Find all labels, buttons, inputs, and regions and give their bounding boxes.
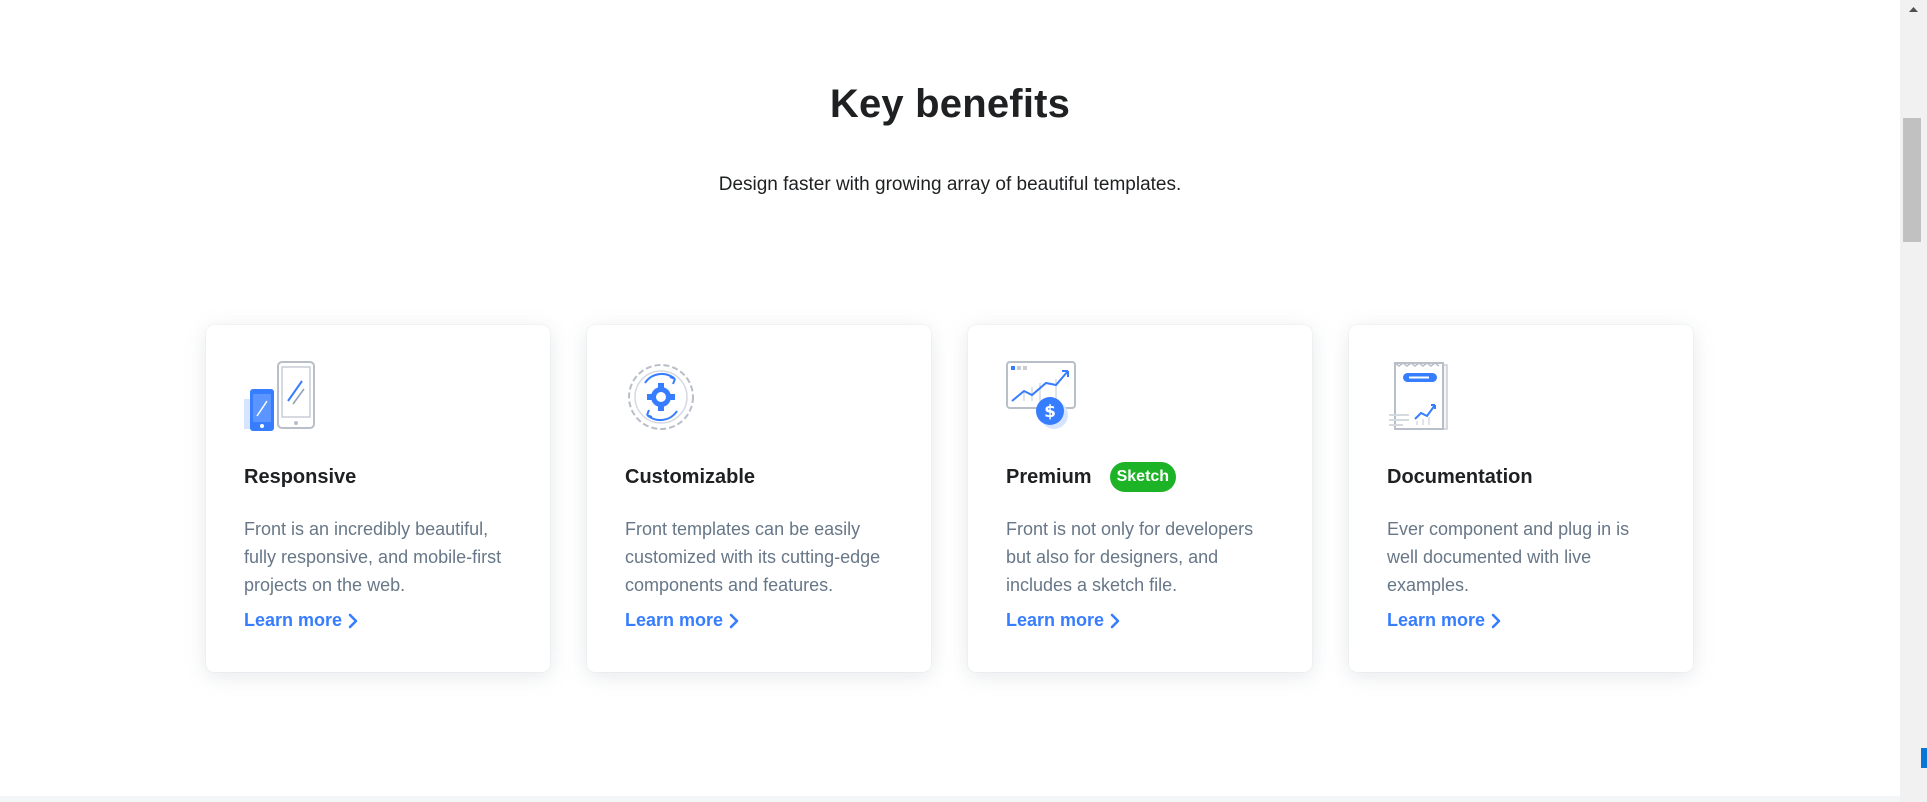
card-title-text: Responsive — [244, 465, 357, 488]
scroll-up-arrow-icon[interactable] — [1900, 0, 1927, 20]
chart-dollar-icon: $ — [1006, 361, 1076, 429]
card-description: Ever component and plug in is well docum… — [1387, 519, 1630, 595]
card-documentation: Documentation Ever component and plug in… — [1349, 325, 1693, 672]
benefit-cards: Responsive Front is an incredibly beauti… — [206, 325, 1693, 672]
page: Key benefits Design faster with growing … — [0, 0, 1900, 802]
card-title-text: Customizable — [625, 465, 756, 488]
card-title-text: Documentation — [1387, 465, 1533, 488]
card-title-text: Premium — [1006, 465, 1092, 488]
learn-more-link[interactable]: Learn more — [244, 610, 358, 631]
section-title: Key benefits — [829, 82, 1071, 126]
gear-sync-icon — [628, 364, 694, 430]
vertical-scrollbar[interactable] — [1900, 0, 1927, 802]
scrollbar-thumb[interactable] — [1903, 118, 1921, 242]
learn-more-label: Learn more — [1006, 610, 1105, 630]
scroll-position-marker — [1921, 748, 1927, 768]
card-description: Front is an incredibly beautiful, fully … — [244, 519, 502, 595]
chevron-right-icon — [729, 613, 739, 628]
learn-more-label: Learn more — [244, 610, 343, 630]
learn-more-label: Learn more — [1387, 610, 1486, 630]
card-description: Front templates can be easily customized… — [625, 519, 881, 595]
learn-more-link[interactable]: Learn more — [1387, 610, 1501, 631]
next-section-edge — [0, 796, 1900, 802]
card-customizable: Customizable Front templates can be easi… — [587, 325, 931, 672]
section-subtitle: Design faster with growing array of beau… — [718, 174, 1182, 195]
card-premium: $ Premium Sketch Front is not only for d… — [968, 325, 1312, 672]
card-title: Premium Sketch — [1006, 461, 1274, 493]
document-chart-icon — [1389, 362, 1448, 430]
svg-text:$: $ — [1044, 402, 1056, 422]
card-title: Responsive — [244, 461, 512, 493]
card-title: Customizable — [625, 461, 893, 493]
chevron-right-icon — [1491, 613, 1501, 628]
responsive-devices-icon — [244, 361, 315, 431]
card-responsive: Responsive Front is an incredibly beauti… — [206, 325, 550, 672]
learn-more-link[interactable]: Learn more — [625, 610, 739, 631]
card-description: Front is not only for developers but als… — [1006, 519, 1254, 595]
sketch-badge: Sketch — [1109, 462, 1177, 492]
chevron-right-icon — [348, 613, 358, 628]
learn-more-link[interactable]: Learn more — [1006, 610, 1120, 631]
chevron-right-icon — [1110, 613, 1120, 628]
learn-more-label: Learn more — [625, 610, 724, 630]
card-title: Documentation — [1387, 461, 1655, 493]
